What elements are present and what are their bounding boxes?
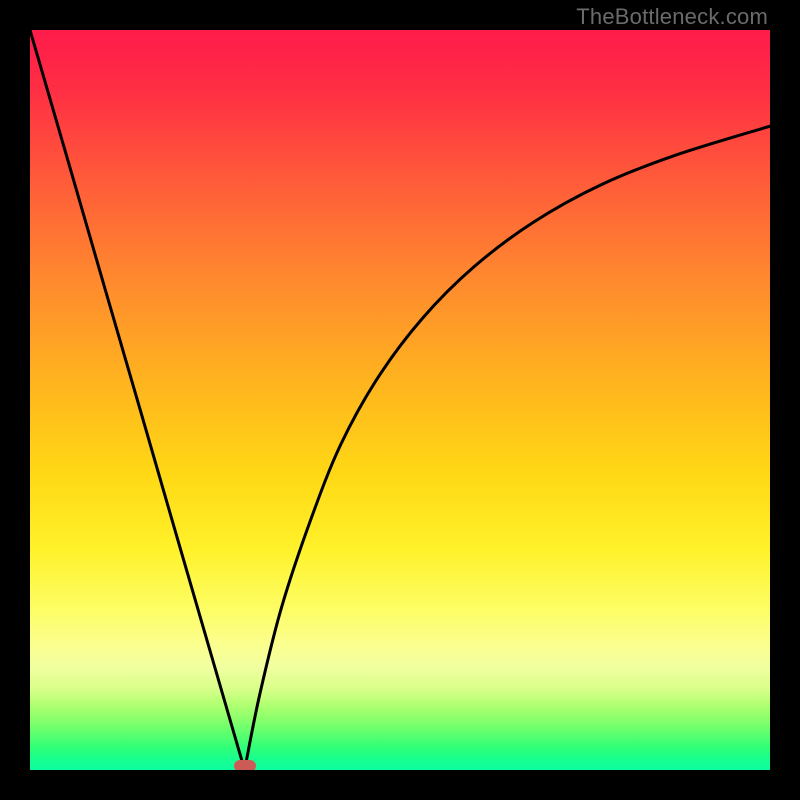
plot-area bbox=[30, 30, 770, 770]
minimum-marker bbox=[234, 760, 256, 770]
curve-left-branch bbox=[30, 30, 245, 770]
curve-right-branch bbox=[245, 126, 770, 770]
watermark-text: TheBottleneck.com bbox=[576, 4, 768, 30]
curve-svg bbox=[30, 30, 770, 770]
